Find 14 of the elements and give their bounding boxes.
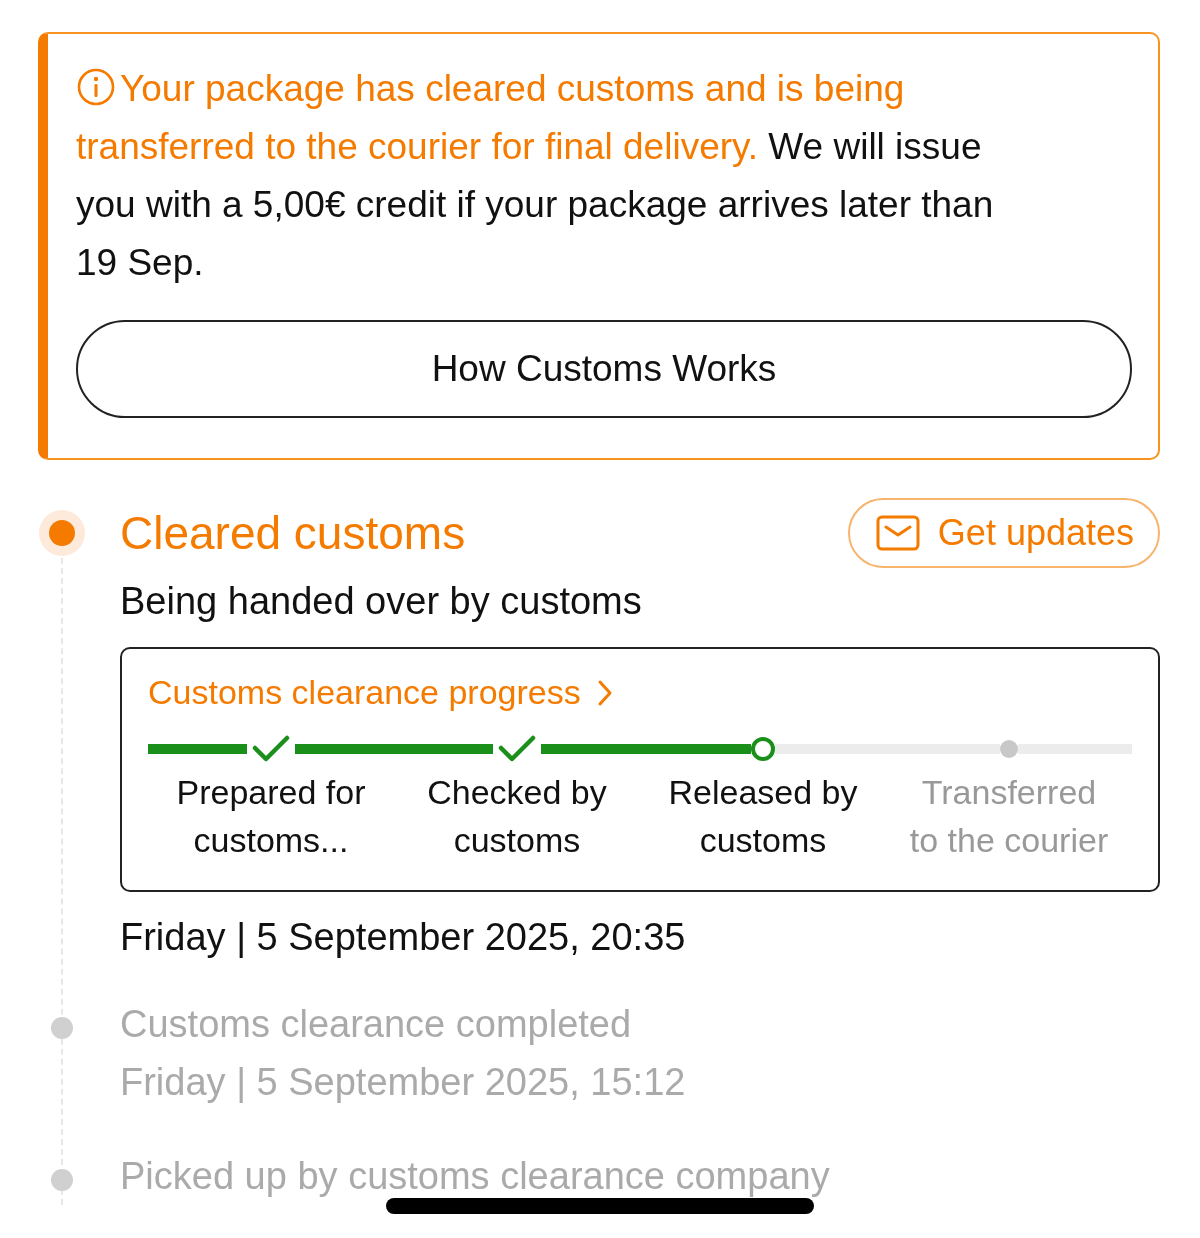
how-customs-works-button[interactable]: How Customs Works xyxy=(76,320,1132,418)
progress-link[interactable]: Customs clearance progress xyxy=(148,673,613,712)
step-label: Released by customs xyxy=(667,772,859,861)
event-title: Picked up by customs clearance company xyxy=(120,1154,831,1199)
event-subtitle: Being handed over by customs xyxy=(120,580,643,623)
step-label: Transferred to the courier xyxy=(908,772,1110,861)
event-title: Customs clearance completed xyxy=(120,1002,633,1047)
event-date: Friday | 5 September 2025, 15:12 xyxy=(120,1060,687,1105)
notice-text: Your package has cleared customs and is being transferred to the courier for final delivery. We will issue you with a 5,00€ credit if your package arrives later than 19 Sep. xyxy=(76,66,995,285)
step-label: Prepared for customs... xyxy=(175,772,367,861)
event-title: Cleared customs xyxy=(120,506,466,560)
event-date: Friday | 5 September 2025, 20:35 xyxy=(120,916,687,959)
get-updates-button[interactable]: Get updates xyxy=(847,498,1160,568)
step-label: Checked by customs xyxy=(426,772,608,861)
